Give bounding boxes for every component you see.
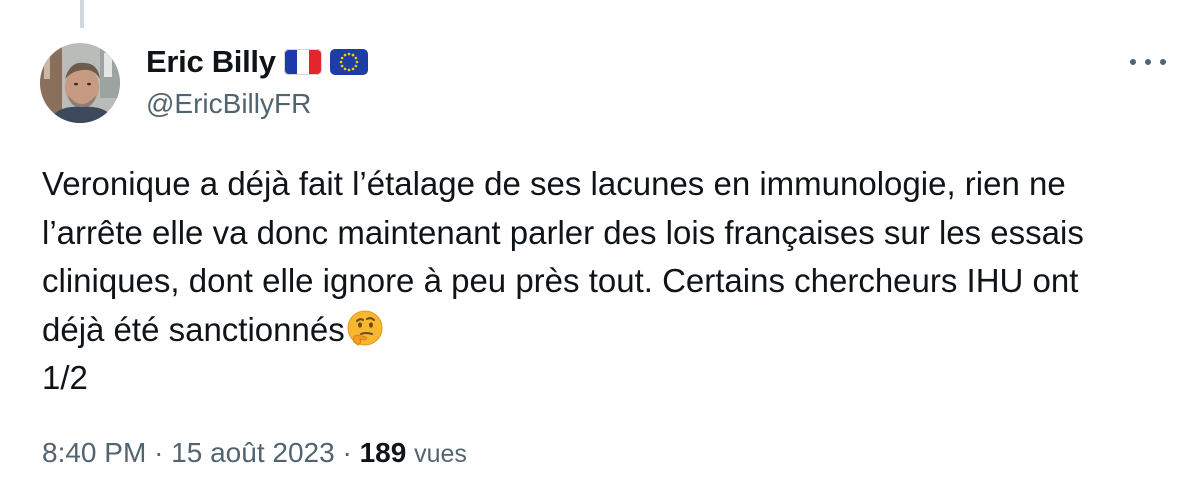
author-display-name[interactable]: Eric Billy	[146, 44, 276, 80]
meta-separator: ·	[342, 437, 352, 468]
tweet-text: Veronique a déjà fait l’étalage de ses l…	[42, 160, 1172, 403]
meta-separator: ·	[154, 437, 164, 468]
author-handle[interactable]: @EricBillyFR	[146, 88, 311, 120]
tweet-meta: 8:40 PM · 15 août 2023 · 189 vues	[42, 437, 467, 469]
tweet-text-line-with-emoji: déjà été sanctionnés	[42, 306, 1172, 355]
flag-eu-icon	[329, 49, 368, 75]
avatar[interactable]	[40, 43, 120, 123]
tweet-text-line: Veronique a déjà fait l’étalage de ses l…	[42, 165, 1066, 202]
tweet-text-line: cliniques, dont elle ignore à peu près t…	[42, 262, 1079, 299]
tweet-time[interactable]: 8:40 PM	[42, 437, 146, 468]
tweet-text-line: l’arrête elle va donc maintenant parler …	[42, 213, 1084, 251]
views-count[interactable]: 189	[360, 437, 407, 468]
views-label: vues	[414, 440, 467, 468]
thread-connector-line	[80, 0, 84, 28]
more-dot-icon	[1160, 59, 1166, 65]
more-dot-icon	[1145, 59, 1151, 65]
more-dot-icon	[1130, 59, 1136, 65]
avatar-photo	[40, 43, 120, 123]
flag-france-icon	[283, 49, 322, 75]
author-name-row: Eric Billy	[146, 44, 368, 80]
tweet-date[interactable]: 15 août 2023	[171, 437, 335, 468]
more-options-button[interactable]	[1130, 50, 1166, 74]
tweet-text-segment: déjà été sanctionnés	[42, 310, 345, 348]
thinking-face-icon	[346, 309, 384, 347]
tweet-text-line: 1/2	[42, 359, 88, 396]
